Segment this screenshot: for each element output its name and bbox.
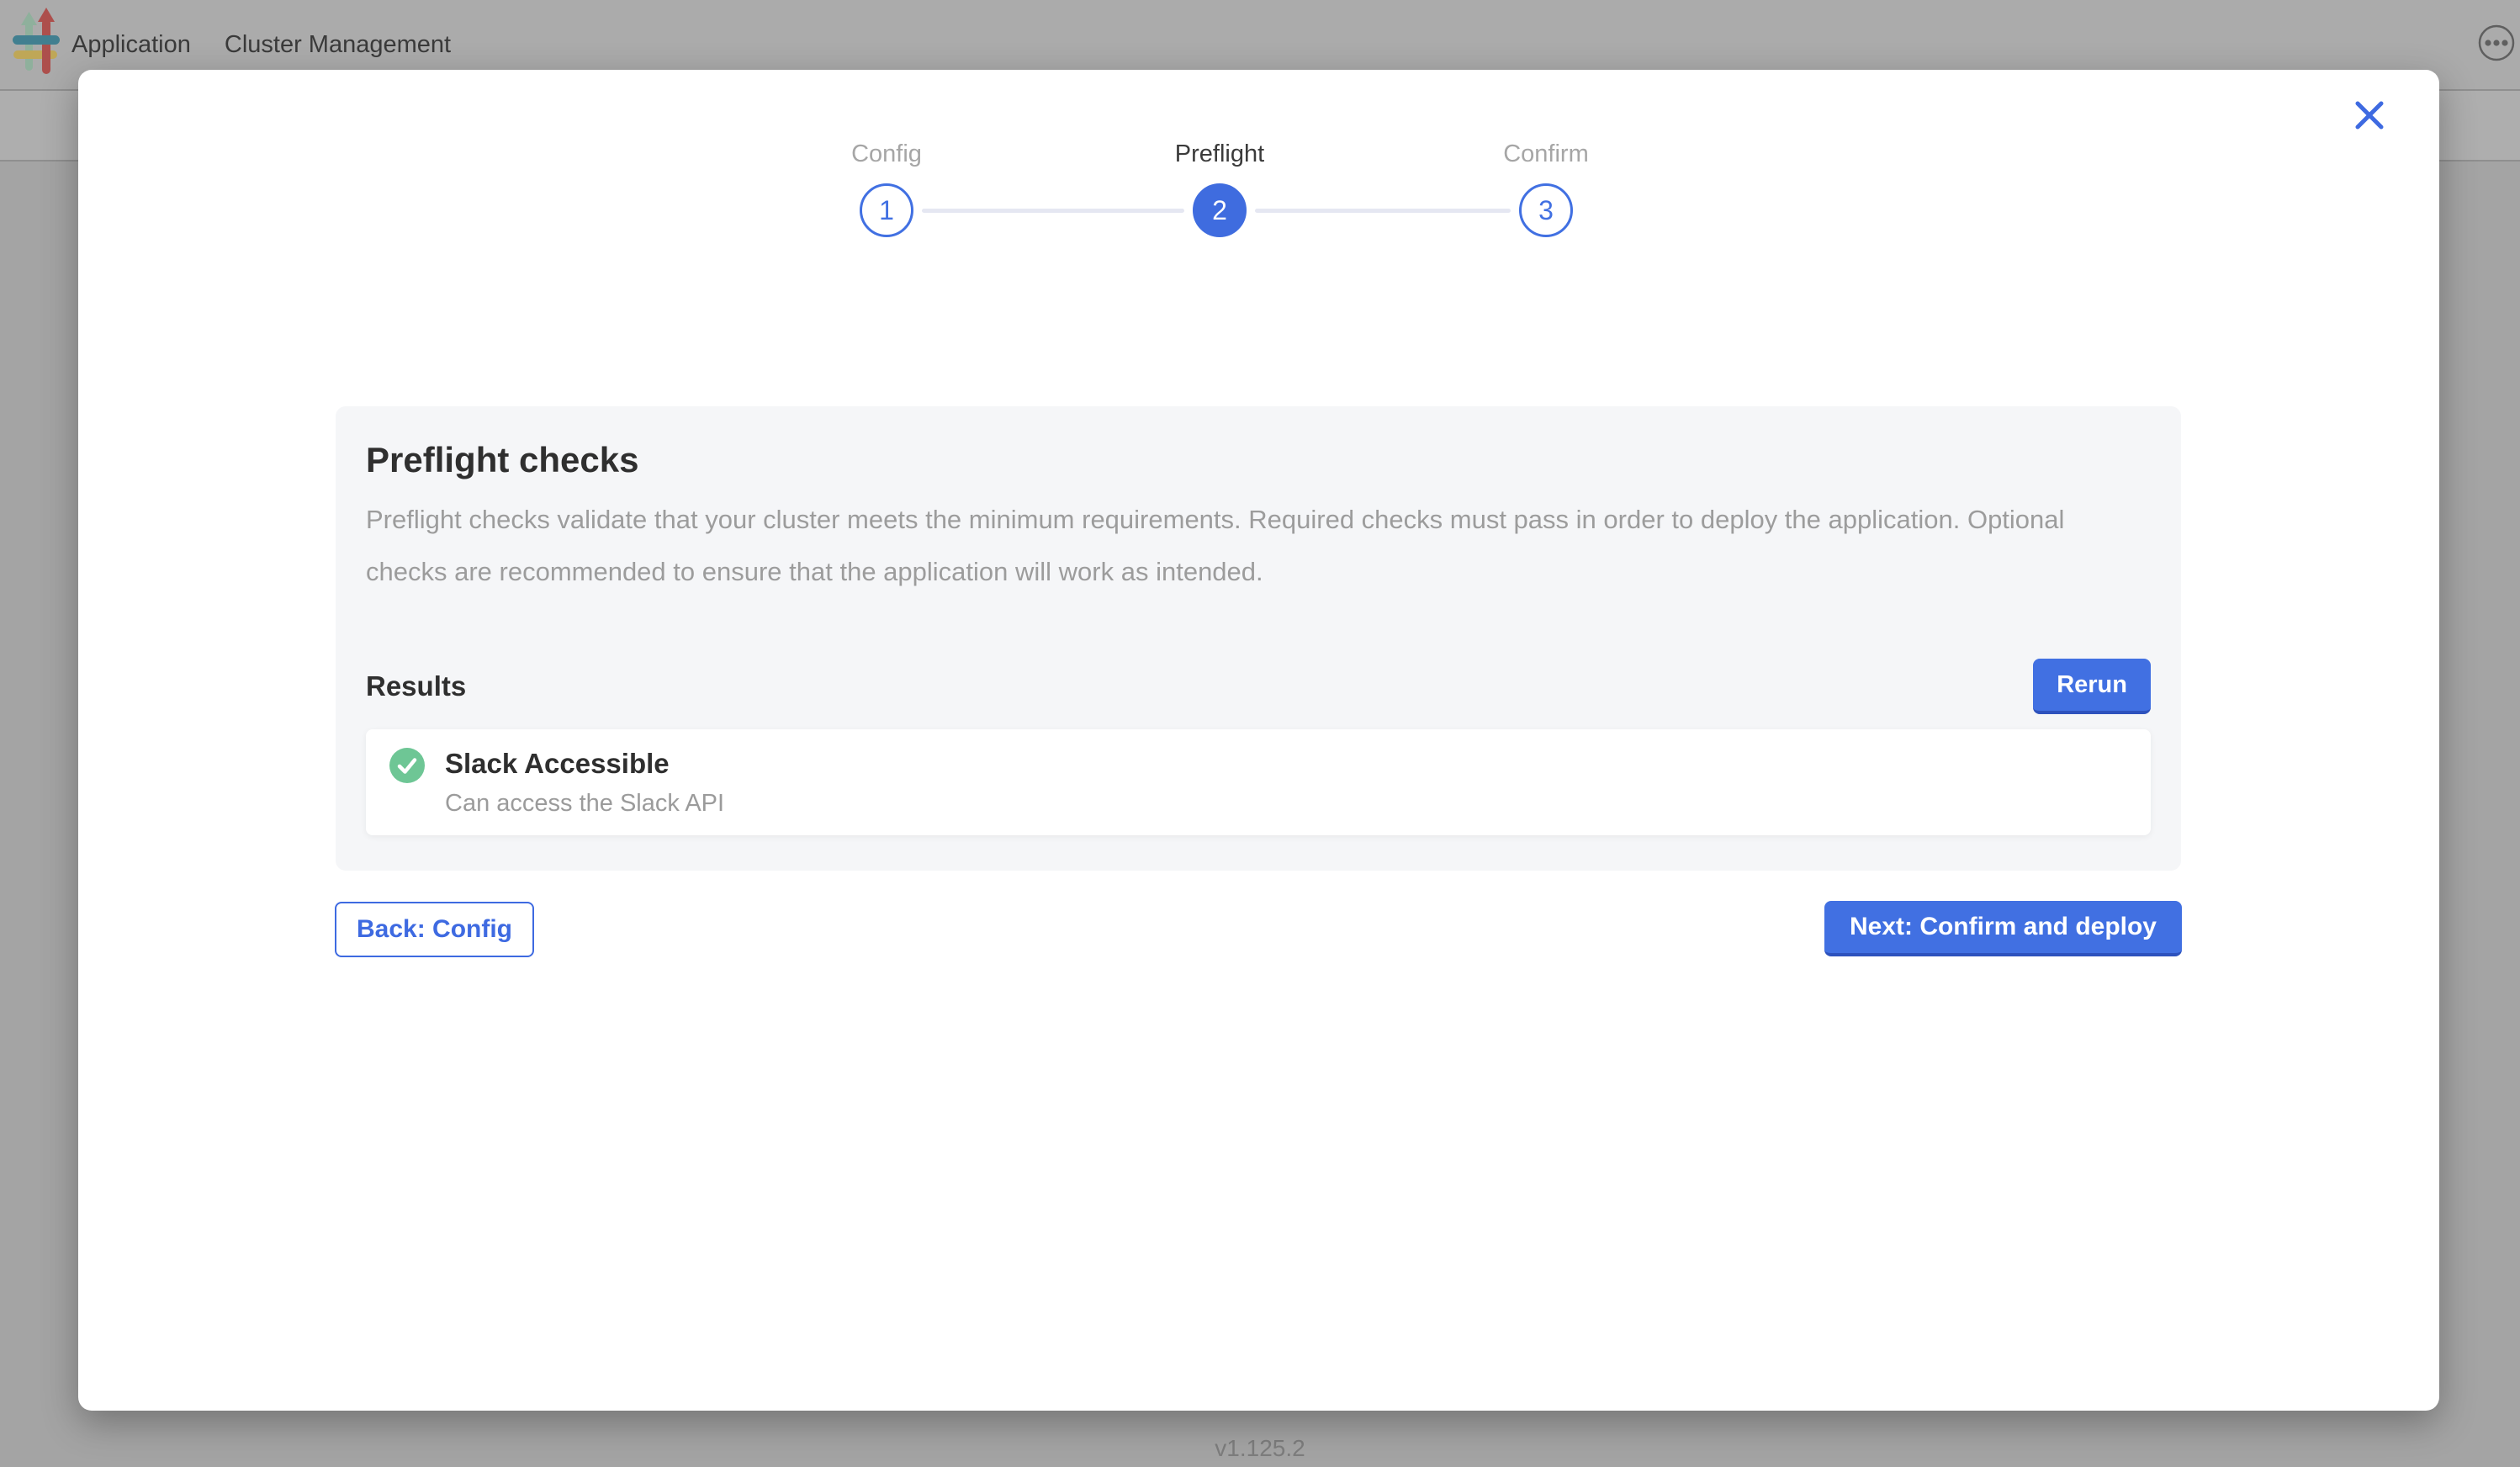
stepper-step-config[interactable]: Config 1	[769, 137, 1004, 237]
next-confirm-deploy-button[interactable]: Next: Confirm and deploy	[1824, 901, 2182, 956]
back-config-button[interactable]: Back: Config	[335, 902, 534, 957]
step-label: Preflight	[1102, 137, 1337, 171]
preflight-result-card: Slack Accessible Can access the Slack AP…	[366, 729, 2151, 835]
overflow-menu-button[interactable]	[2478, 24, 2515, 61]
check-title: Slack Accessible	[445, 746, 724, 781]
stepper-step-confirm[interactable]: Confirm 3	[1428, 137, 1664, 237]
step-number-badge: 1	[860, 183, 913, 237]
panel-description: Preflight checks validate that your clus…	[366, 494, 2124, 598]
step-label: Config	[769, 137, 1004, 171]
nav-tab-application[interactable]: Application	[71, 31, 191, 59]
check-icon-wrap	[389, 748, 425, 787]
rerun-button[interactable]: Rerun	[2033, 659, 2151, 714]
step-label: Confirm	[1428, 137, 1664, 171]
close-icon	[2354, 100, 2385, 130]
step-number-badge: 3	[1519, 183, 1573, 237]
results-header-row: Results Rerun	[366, 659, 2151, 714]
check-text-block: Slack Accessible Can access the Slack AP…	[445, 746, 724, 818]
check-pass-icon	[389, 748, 425, 783]
app-version-label: v1.125.2	[0, 1435, 2520, 1462]
results-heading: Results	[366, 670, 466, 702]
nav-tab-cluster-management[interactable]: Cluster Management	[225, 31, 451, 59]
preflight-checks-panel: Preflight checks Preflight checks valida…	[336, 406, 2181, 871]
app-logo-icon	[12, 7, 61, 77]
check-detail: Can access the Slack API	[445, 788, 724, 818]
stepper-step-preflight[interactable]: Preflight 2	[1102, 137, 1337, 237]
ellipsis-circle-icon	[2478, 24, 2515, 61]
screen: Application Cluster Management v1.125.2 …	[0, 0, 2520, 1467]
close-modal-button[interactable]	[2349, 95, 2390, 135]
step-number-badge: 2	[1193, 183, 1247, 237]
panel-title: Preflight checks	[366, 437, 2151, 480]
preflight-modal: Config 1 Preflight 2 Confirm 3 Preflight…	[78, 70, 2439, 1411]
